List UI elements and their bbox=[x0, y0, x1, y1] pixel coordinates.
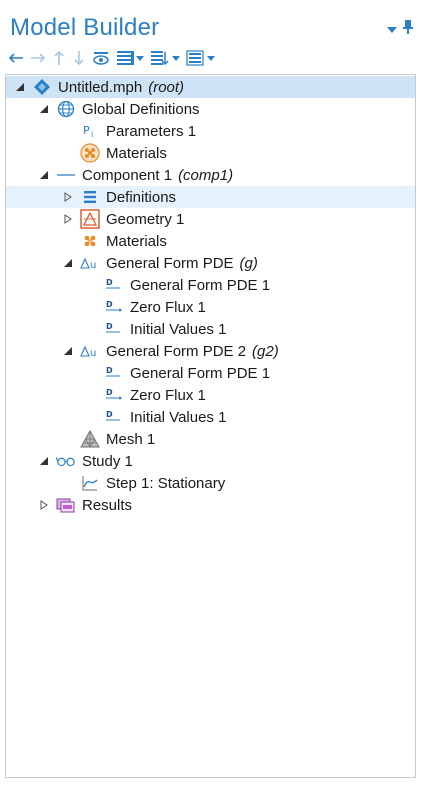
tree-node-tag: (g) bbox=[239, 254, 258, 272]
tree-node-label: Mesh 1 bbox=[106, 430, 156, 448]
back-arrow-icon[interactable] bbox=[8, 48, 24, 68]
svg-text:u: u bbox=[90, 348, 96, 359]
tree-node-pde-g-form1[interactable]: D General Form PDE 1 bbox=[6, 274, 415, 296]
tree-node-label: Step 1: Stationary bbox=[106, 474, 226, 492]
panel-menu-icon[interactable] bbox=[387, 21, 397, 39]
tree-node-pde-g[interactable]: u General Form PDE (g) bbox=[6, 252, 415, 274]
results-icon bbox=[56, 496, 76, 514]
definitions-list-icon bbox=[80, 188, 100, 206]
tree-node-label: Zero Flux 1 bbox=[130, 386, 206, 404]
collapse-arrow-icon[interactable] bbox=[38, 169, 50, 181]
model-file-icon bbox=[32, 78, 52, 96]
tree-node-label: Zero Flux 1 bbox=[130, 298, 206, 316]
tree-node-results[interactable]: Results bbox=[6, 494, 415, 516]
title-controls bbox=[387, 20, 413, 39]
boundary-feature-icon: D bbox=[104, 386, 124, 404]
geometry-icon bbox=[80, 209, 100, 229]
pin-icon[interactable] bbox=[403, 20, 413, 39]
domain-feature-icon: D bbox=[104, 320, 124, 338]
svg-text:u: u bbox=[90, 260, 96, 271]
tree-node-label: Global Definitions bbox=[82, 100, 200, 118]
show-icon[interactable] bbox=[92, 48, 110, 68]
tree-node-label: Study 1 bbox=[82, 452, 133, 470]
collapse-arrow-icon[interactable] bbox=[14, 81, 26, 93]
domain-feature-icon: D bbox=[104, 408, 124, 426]
tree-node-pde-g2-zeroflux[interactable]: D Zero Flux 1 bbox=[6, 384, 415, 406]
tree-node-label: Untitled.mph bbox=[58, 78, 143, 96]
sort-icon[interactable] bbox=[150, 48, 180, 68]
expand-arrow-icon[interactable] bbox=[38, 499, 50, 511]
study-glasses-icon bbox=[56, 452, 76, 470]
expand-arrow-icon[interactable] bbox=[62, 191, 74, 203]
tree-node-label: General Form PDE 1 bbox=[130, 364, 271, 382]
tree-node-pde-g2[interactable]: u General Form PDE 2 (g2) bbox=[6, 340, 415, 362]
move-up-icon[interactable] bbox=[52, 48, 66, 68]
tree-node-label: Parameters 1 bbox=[106, 122, 197, 140]
svg-text:D: D bbox=[106, 366, 113, 375]
tree-node-pde-g-initial[interactable]: D Initial Values 1 bbox=[6, 318, 415, 340]
tree-node-pde-g2-initial[interactable]: D Initial Values 1 bbox=[6, 406, 415, 428]
view-options-icon[interactable] bbox=[186, 48, 216, 68]
tree-node-component-materials[interactable]: Materials bbox=[6, 230, 415, 252]
boundary-feature-icon: D bbox=[104, 298, 124, 316]
tree-node-step-stationary[interactable]: Step 1: Stationary bbox=[6, 472, 415, 494]
collapse-arrow-icon[interactable] bbox=[38, 103, 50, 115]
globe-icon bbox=[56, 100, 76, 118]
svg-text:D: D bbox=[106, 410, 113, 419]
stationary-step-icon bbox=[80, 474, 100, 492]
tree-node-pde-g-zeroflux[interactable]: D Zero Flux 1 bbox=[6, 296, 415, 318]
component-line-icon bbox=[56, 166, 76, 184]
materials-icon bbox=[80, 143, 100, 163]
tree-node-label: Geometry 1 bbox=[106, 210, 185, 228]
tree-node-definitions[interactable]: Definitions bbox=[6, 186, 415, 208]
tree-node-tag: (g2) bbox=[252, 342, 279, 360]
model-tree: Untitled.mph (root) Global Definitions P… bbox=[5, 74, 416, 778]
tree-node-global-definitions[interactable]: Global Definitions bbox=[6, 98, 415, 120]
tree-node-parameters[interactable]: Pi Parameters 1 bbox=[6, 120, 415, 142]
toolbar bbox=[8, 48, 222, 68]
tree-node-label: Definitions bbox=[106, 188, 177, 206]
expand-arrow-icon[interactable] bbox=[62, 213, 74, 225]
tree-node-label: Initial Values 1 bbox=[130, 320, 227, 338]
parameters-icon: Pi bbox=[80, 122, 100, 140]
tree-node-tag: (root) bbox=[148, 78, 185, 96]
tree-node-label: General Form PDE bbox=[106, 254, 234, 272]
svg-text:i: i bbox=[91, 130, 93, 139]
move-down-icon[interactable] bbox=[72, 48, 86, 68]
svg-text:D: D bbox=[106, 300, 113, 309]
tree-node-pde-g2-form1[interactable]: D General Form PDE 1 bbox=[6, 362, 415, 384]
tree-node-label: Component 1 bbox=[82, 166, 173, 184]
domain-feature-icon: D bbox=[104, 276, 124, 294]
materials-icon bbox=[80, 232, 100, 250]
tree-node-global-materials[interactable]: Materials bbox=[6, 142, 415, 164]
collapse-arrow-icon[interactable] bbox=[62, 257, 74, 269]
tree-node-tag: (comp1) bbox=[178, 166, 234, 184]
forward-arrow-icon[interactable] bbox=[30, 48, 46, 68]
panel-title: Model Builder bbox=[10, 14, 160, 41]
tree-node-component[interactable]: Component 1 (comp1) bbox=[6, 164, 415, 186]
svg-text:D: D bbox=[106, 388, 113, 397]
tree-node-mesh[interactable]: Mesh 1 bbox=[6, 428, 415, 450]
expand-sections-icon[interactable] bbox=[116, 48, 144, 68]
tree-node-label: Materials bbox=[106, 144, 167, 162]
tree-node-label: Initial Values 1 bbox=[130, 408, 227, 426]
tree-node-study[interactable]: Study 1 bbox=[6, 450, 415, 472]
pde-icon: u bbox=[80, 254, 100, 272]
svg-text:D: D bbox=[106, 278, 113, 287]
svg-text:D: D bbox=[106, 322, 113, 331]
tree-node-label: Results bbox=[82, 496, 133, 514]
domain-feature-icon: D bbox=[104, 364, 124, 382]
svg-text:P: P bbox=[83, 124, 90, 137]
mesh-icon bbox=[80, 430, 100, 448]
pde-icon: u bbox=[80, 342, 100, 360]
tree-node-root[interactable]: Untitled.mph (root) bbox=[6, 76, 415, 98]
tree-node-label: General Form PDE 2 bbox=[106, 342, 247, 360]
collapse-arrow-icon[interactable] bbox=[62, 345, 74, 357]
tree-node-label: General Form PDE 1 bbox=[130, 276, 271, 294]
collapse-arrow-icon[interactable] bbox=[38, 455, 50, 467]
tree-node-geometry[interactable]: Geometry 1 bbox=[6, 208, 415, 230]
tree-node-label: Materials bbox=[106, 232, 167, 250]
